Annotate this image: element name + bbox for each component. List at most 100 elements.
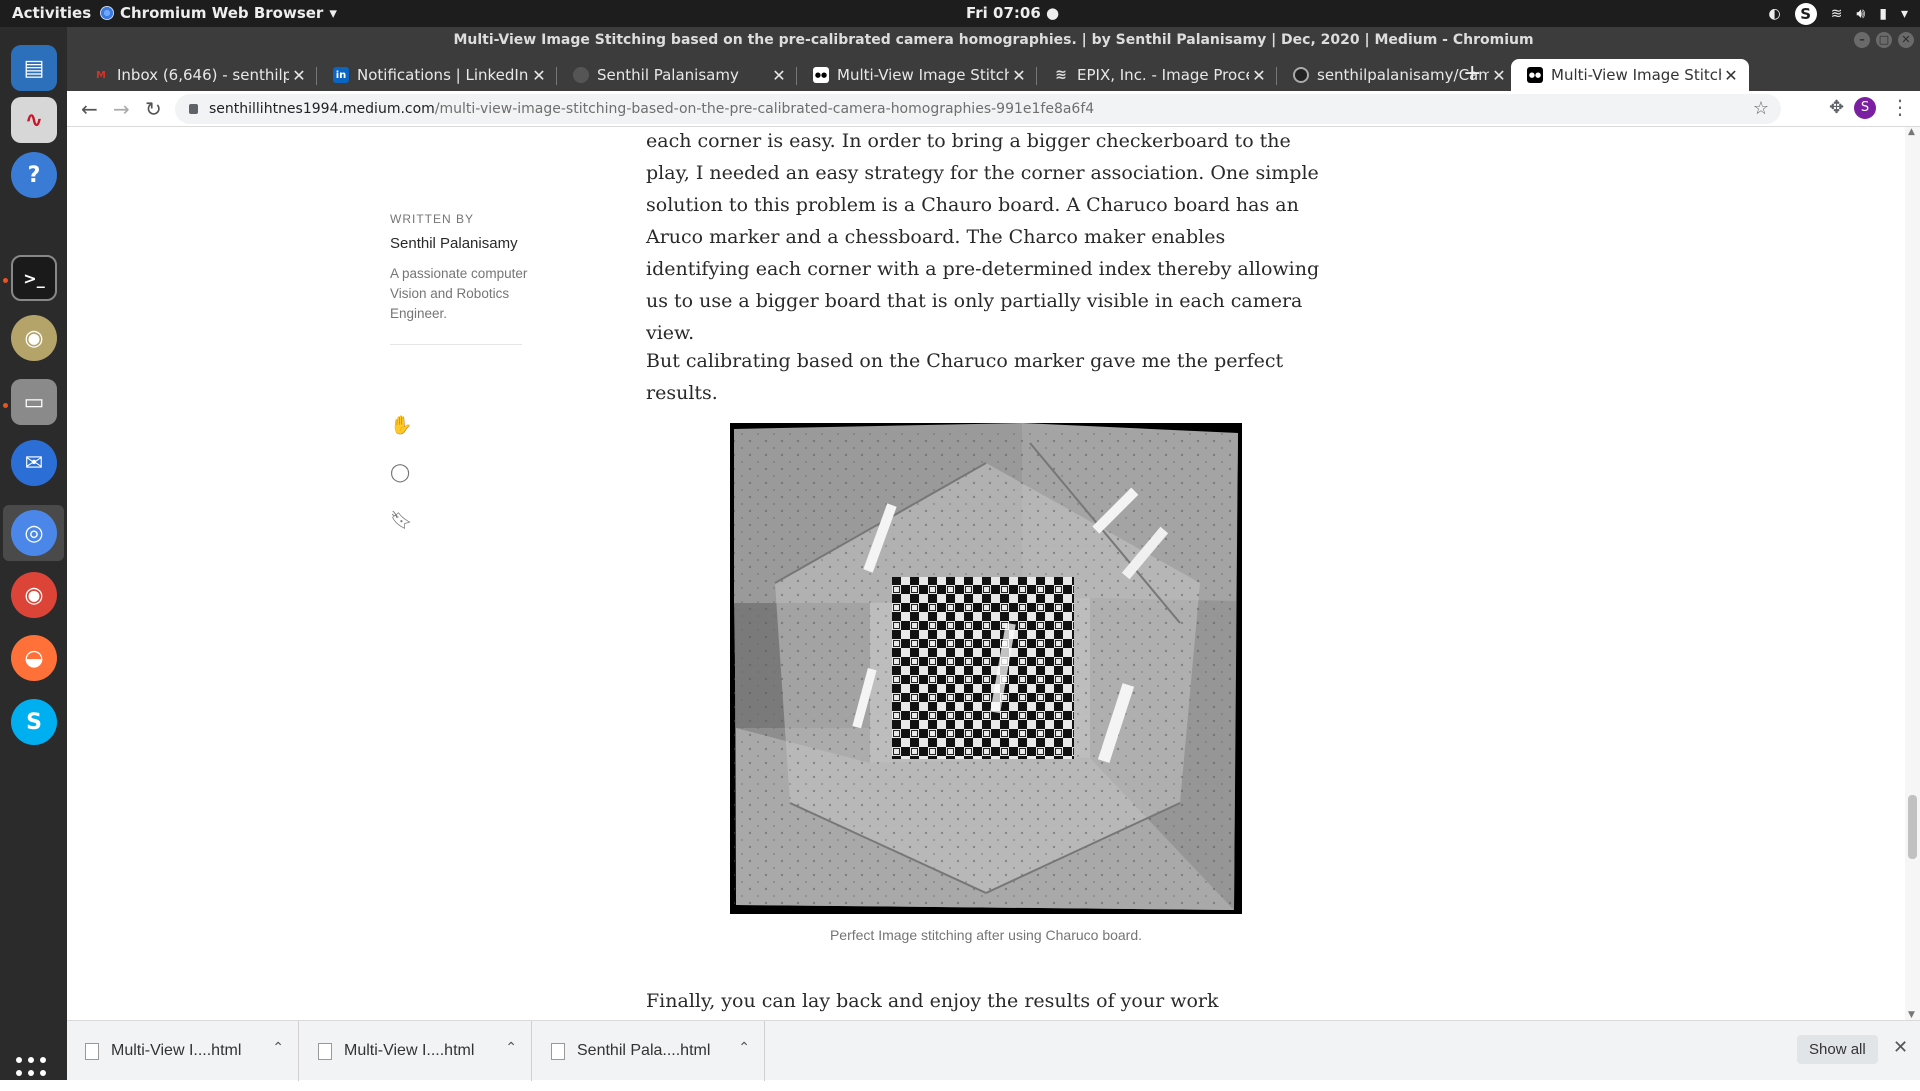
chevron-up-icon[interactable]: ⌃: [272, 1039, 284, 1056]
evince-icon[interactable]: ∿: [11, 97, 57, 143]
author-name[interactable]: Senthil Palanisamy: [390, 234, 530, 254]
files-icon[interactable]: ▭: [11, 379, 57, 425]
clap-icon[interactable]: ✋: [390, 415, 412, 436]
bookmark-star-icon[interactable]: ☆: [1753, 94, 1769, 124]
volume-icon[interactable]: 🔊︎: [1856, 6, 1865, 22]
close-icon[interactable]: ✕: [1009, 66, 1029, 85]
new-tab-button[interactable]: +: [1463, 61, 1481, 86]
notification-dot-icon: ●: [1046, 4, 1060, 22]
chevron-up-icon[interactable]: ⌃: [505, 1039, 517, 1056]
battery-icon[interactable]: ▮: [1879, 6, 1887, 22]
charuco-board: [892, 577, 1074, 759]
article-figure: [730, 423, 1242, 914]
download-item[interactable]: Senthil Pala....html ⌃: [533, 1021, 765, 1081]
tab-label: EPIX, Inc. - Image Processi: [1077, 66, 1249, 84]
epix-icon: ≋: [1055, 67, 1067, 83]
file-icon: [85, 1042, 99, 1060]
window-controls: – □ ✕: [1854, 32, 1914, 48]
system-tray[interactable]: ◐ S ≋ 🔊︎ ▮ ▾: [1768, 3, 1908, 25]
chromium-icon: [100, 6, 114, 20]
help-icon[interactable]: ?: [11, 152, 57, 198]
terminal-icon[interactable]: >_: [11, 255, 57, 301]
globe-icon[interactable]: ◐: [1768, 6, 1780, 22]
tab-senthil[interactable]: Senthil Palanisamy ✕: [557, 59, 797, 91]
address-bar[interactable]: senthillihtnes1994.medium.com/multi-view…: [175, 94, 1781, 124]
written-by-label: WRITTEN BY: [390, 212, 474, 226]
url-domain: senthillihtnes1994.medium.com: [209, 101, 435, 117]
thunderbird-icon[interactable]: ✉: [11, 440, 57, 486]
chromium-icon[interactable]: ◎: [11, 510, 57, 556]
chevron-up-icon[interactable]: ⌃: [738, 1039, 750, 1056]
running-indicator: [3, 278, 8, 283]
download-filename: Senthil Pala....html: [577, 1042, 711, 1059]
close-icon[interactable]: ✕: [1249, 66, 1269, 85]
show-all-button[interactable]: Show all: [1797, 1035, 1878, 1064]
close-icon[interactable]: ✕: [1721, 66, 1741, 85]
wifi-icon[interactable]: ≋: [1831, 6, 1843, 22]
rhythmbox-icon[interactable]: ◉: [11, 315, 57, 361]
scroll-up-icon[interactable]: ▲: [1908, 127, 1915, 137]
medium-icon: ●●: [1527, 67, 1543, 83]
app-name: Chromium Web Browser: [120, 4, 324, 22]
close-icon[interactable]: ✕: [769, 66, 789, 85]
profile-avatar[interactable]: S: [1854, 97, 1876, 119]
article-paragraph: Finally, you can lay back and enjoy the …: [646, 990, 1219, 1012]
tab-label: Multi-View Image Stitchin: [837, 66, 1009, 84]
scrollbar[interactable]: ▲ ▼: [1905, 127, 1920, 1020]
forward-icon[interactable]: →: [113, 97, 130, 121]
app-menu[interactable]: Chromium Web Browser ▾: [100, 4, 337, 22]
page-content: WRITTEN BY Senthil Palanisamy A passiona…: [67, 127, 1920, 1020]
stitched-image: [730, 423, 1242, 914]
file-icon: [318, 1042, 332, 1060]
bookmark-icon[interactable]: 🔖︎: [390, 510, 413, 531]
back-icon[interactable]: ←: [81, 97, 98, 121]
show-applications-icon[interactable]: [16, 1057, 50, 1091]
libreoffice-writer-icon[interactable]: ▤: [11, 45, 57, 91]
menu-icon[interactable]: ⋮: [1890, 95, 1910, 119]
tab-strip: M Inbox (6,646) - senthilpala ✕ in Notif…: [67, 57, 1920, 91]
download-item[interactable]: Multi-View I....html ⌃: [300, 1021, 532, 1081]
firefox-icon[interactable]: ◒: [11, 635, 57, 681]
reload-icon[interactable]: ↻: [145, 97, 162, 121]
maximize-icon[interactable]: □: [1876, 32, 1892, 48]
skype-icon[interactable]: S: [11, 699, 57, 745]
tab-label: Inbox (6,646) - senthilpala: [117, 66, 289, 84]
activities-button[interactable]: Activities: [12, 4, 91, 22]
tab-gmail[interactable]: M Inbox (6,646) - senthilpala ✕: [77, 59, 317, 91]
tab-medium[interactable]: ●● Multi-View Image Stitchin ✕: [797, 59, 1037, 91]
author-bio: A passionate computer Vision and Robotic…: [390, 266, 528, 321]
browser-toolbar: ← → ↻ senthillihtnes1994.medium.com/mult…: [67, 91, 1920, 127]
close-icon[interactable]: ✕: [1898, 32, 1914, 48]
url-path: /multi-view-image-stitching-based-on-the…: [434, 101, 1095, 117]
medium-icon: ●●: [813, 67, 829, 83]
lock-icon: [189, 104, 198, 114]
close-icon[interactable]: ✕: [1893, 1037, 1908, 1058]
tab-epix[interactable]: ≋ EPIX, Inc. - Image Processi ✕: [1037, 59, 1277, 91]
window-title: Multi-View Image Stitching based on the …: [453, 32, 1534, 48]
extensions-icon[interactable]: ✥: [1829, 97, 1844, 118]
close-icon[interactable]: ✕: [289, 66, 309, 85]
close-icon[interactable]: ✕: [529, 66, 549, 85]
skype-tray-icon[interactable]: S: [1794, 3, 1817, 25]
minimize-icon[interactable]: –: [1854, 32, 1870, 48]
download-bar: Multi-View I....html ⌃ Multi-View I....h…: [67, 1020, 1920, 1081]
tab-label: Notifications | LinkedIn: [357, 66, 529, 84]
close-icon[interactable]: ✕: [1489, 66, 1509, 85]
chevron-down-icon: ▾: [329, 4, 337, 22]
article-paragraph: each corner is easy. In order to bring a…: [646, 130, 1320, 344]
tab-linkedin[interactable]: in Notifications | LinkedIn ✕: [317, 59, 557, 91]
download-item[interactable]: Multi-View I....html ⌃: [67, 1021, 299, 1081]
chevron-down-icon[interactable]: ▾: [1901, 6, 1908, 22]
download-filename: Multi-View I....html: [344, 1042, 475, 1059]
comment-icon[interactable]: ◯: [390, 462, 410, 483]
globe-icon: [573, 67, 589, 83]
clock[interactable]: Fri 07:06 ●: [966, 4, 1059, 22]
system-top-bar: Activities Chromium Web Browser ▾ Fri 07…: [0, 0, 1920, 27]
tab-medium-active[interactable]: ●● Multi-View Image Stitchin ✕: [1511, 59, 1749, 91]
chrome-icon[interactable]: ◉: [11, 572, 57, 618]
scroll-down-icon[interactable]: ▼: [1908, 1010, 1915, 1020]
article-paragraph: But calibrating based on the Charuco mar…: [646, 350, 1284, 404]
gmail-icon: M: [96, 69, 106, 81]
figure-caption: Perfect Image stitching after using Char…: [829, 927, 1143, 943]
scrollbar-thumb[interactable]: [1908, 795, 1917, 859]
